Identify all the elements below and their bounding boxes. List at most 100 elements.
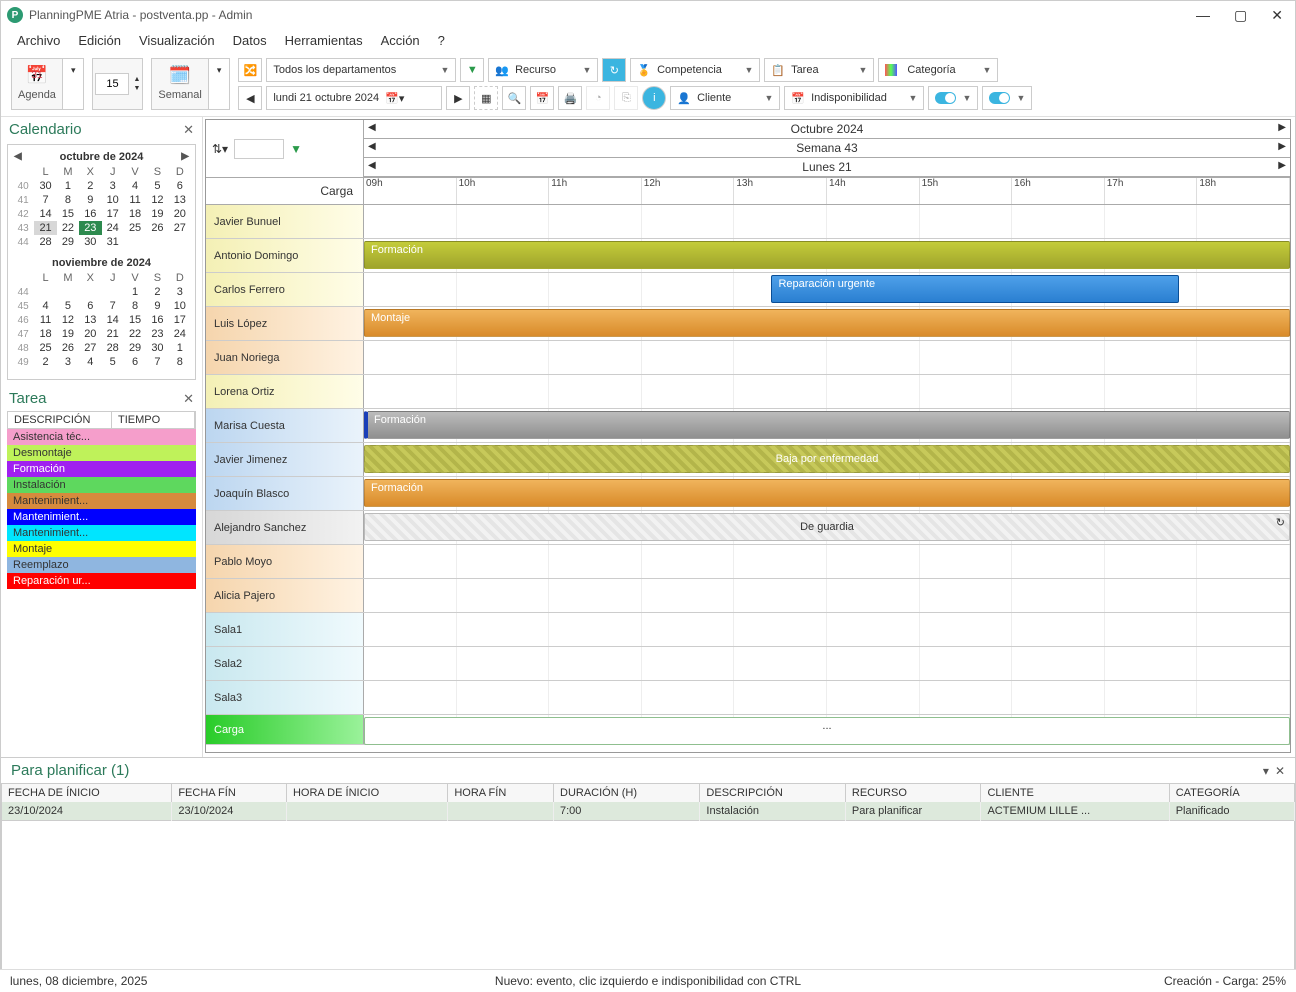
plan-col[interactable]: FECHA FÍN [172, 784, 287, 803]
grid-cell[interactable] [364, 273, 457, 306]
grid-cell[interactable] [1105, 579, 1198, 612]
grid-cell[interactable] [827, 579, 920, 612]
cal-day[interactable]: 6 [169, 179, 191, 193]
grid-cell[interactable] [642, 681, 735, 714]
resource-label[interactable]: Sala3 [206, 681, 364, 714]
grid-cell[interactable] [1012, 613, 1105, 646]
resource-label[interactable]: Sala2 [206, 647, 364, 680]
plan-col[interactable]: HORA FÍN [448, 784, 554, 803]
grid-cell[interactable] [457, 545, 550, 578]
cal-day[interactable]: 2 [34, 355, 56, 369]
grid-cell[interactable] [734, 205, 827, 238]
grid-cell[interactable] [827, 647, 920, 680]
cal-day[interactable]: 26 [146, 221, 168, 235]
cal-day[interactable] [79, 285, 101, 299]
grid-cell[interactable] [1197, 681, 1290, 714]
menu-?[interactable]: ? [438, 33, 445, 48]
menu-visualización[interactable]: Visualización [139, 33, 215, 48]
cal-day[interactable]: 16 [146, 313, 168, 327]
tarea-col-time[interactable]: TIEMPO [112, 412, 195, 428]
cal-day[interactable]: 1 [124, 285, 146, 299]
grid-cell[interactable] [457, 579, 550, 612]
grid-cell[interactable] [549, 613, 642, 646]
grid-cell[interactable] [1105, 341, 1198, 374]
cliente-dropdown[interactable]: 👤Cliente▼ [670, 86, 780, 110]
grid-cell[interactable] [920, 681, 1013, 714]
grid-cell[interactable] [457, 681, 550, 714]
view-count-input[interactable] [95, 73, 129, 95]
cal-day[interactable]: 5 [146, 179, 168, 193]
cal-day[interactable] [57, 285, 79, 299]
tarea-panel-close[interactable]: ✕ [183, 391, 194, 407]
cal-day[interactable]: 17 [169, 313, 191, 327]
cal-day[interactable]: 7 [146, 355, 168, 369]
grid-cell[interactable] [364, 579, 457, 612]
grid-cell[interactable] [1012, 545, 1105, 578]
grid-cell[interactable] [364, 681, 457, 714]
cal-day[interactable]: 1 [169, 341, 191, 355]
toggle-2[interactable]: ▼ [982, 86, 1032, 110]
export-button[interactable]: ⎘ [614, 86, 638, 110]
cal-day[interactable]: 6 [79, 299, 101, 313]
grid-cell[interactable] [1012, 579, 1105, 612]
grid-cell[interactable] [1105, 647, 1198, 680]
grid-cell[interactable] [364, 647, 457, 680]
resource-label[interactable]: Javier Jimenez [206, 443, 364, 476]
grid-cell[interactable] [642, 647, 735, 680]
grid-cell[interactable] [1105, 205, 1198, 238]
grid-cell[interactable] [1105, 613, 1198, 646]
grid-cell[interactable] [549, 375, 642, 408]
schedule-bar[interactable]: Formación [364, 479, 1290, 507]
resource-label[interactable]: Pablo Moyo [206, 545, 364, 578]
indispon-dropdown[interactable]: 📅Indisponibilidad▼ [784, 86, 924, 110]
schedule-bar[interactable]: De guardia↻ [364, 513, 1290, 541]
nav-next-button[interactable]: ▶ [446, 86, 470, 110]
refresh-button[interactable]: ↻ [602, 58, 626, 82]
band-prev[interactable]: ◀ [368, 160, 376, 171]
plan-col[interactable]: CATEGORÍA [1169, 784, 1294, 803]
band-prev[interactable]: ◀ [368, 122, 376, 133]
cal-day[interactable]: 18 [34, 327, 56, 341]
cal-day[interactable]: 21 [102, 327, 124, 341]
resource-label[interactable]: Joaquín Blasco [206, 477, 364, 510]
cal-day[interactable]: 18 [124, 207, 146, 221]
schedule-search-input[interactable] [234, 139, 284, 159]
grid-cell[interactable] [734, 579, 827, 612]
date-picker[interactable]: lundi 21 octubre 2024 📅▾ [266, 86, 442, 110]
tarea-item[interactable]: Instalación [7, 477, 196, 493]
grid-cell[interactable] [549, 579, 642, 612]
cal-day[interactable]: 16 [79, 207, 101, 221]
cal-day[interactable]: 8 [169, 355, 191, 369]
cal-day[interactable]: 25 [124, 221, 146, 235]
cal-day[interactable]: 2 [146, 285, 168, 299]
cal-day[interactable]: 12 [146, 193, 168, 207]
tarea-item[interactable]: Mantenimient... [7, 493, 196, 509]
cal-day[interactable]: 14 [34, 207, 56, 221]
cal-day[interactable]: 4 [124, 179, 146, 193]
menu-edición[interactable]: Edición [78, 33, 121, 48]
resource-label[interactable]: Alejandro Sanchez [206, 511, 364, 544]
menu-datos[interactable]: Datos [233, 33, 267, 48]
filter-button[interactable]: ▼ [460, 58, 484, 82]
menu-archivo[interactable]: Archivo [17, 33, 60, 48]
grid-cell[interactable] [1105, 375, 1198, 408]
cal-day[interactable]: 2 [79, 179, 101, 193]
tarea-item[interactable]: Formación [7, 461, 196, 477]
cal-day[interactable]: 20 [169, 207, 191, 221]
cal-day[interactable]: 17 [102, 207, 124, 221]
schedule-band[interactable]: Octubre 2024◀▶ [364, 120, 1290, 139]
resource-label[interactable]: Sala1 [206, 613, 364, 646]
menu-acción[interactable]: Acción [381, 33, 420, 48]
grid-cell[interactable] [1197, 273, 1290, 306]
grid-cell[interactable] [457, 647, 550, 680]
schedule-band[interactable]: Lunes 21◀▶ [364, 158, 1290, 177]
cal-day[interactable]: 28 [102, 341, 124, 355]
toggle-1[interactable]: ▼ [928, 86, 978, 110]
cal-day[interactable]: 24 [102, 221, 124, 235]
cal-day[interactable]: 7 [102, 299, 124, 313]
grid-cell[interactable] [1012, 681, 1105, 714]
band-prev[interactable]: ◀ [368, 141, 376, 152]
plan-col[interactable]: RECURSO [845, 784, 981, 803]
grid-cell[interactable] [734, 647, 827, 680]
grid-cell[interactable] [457, 613, 550, 646]
